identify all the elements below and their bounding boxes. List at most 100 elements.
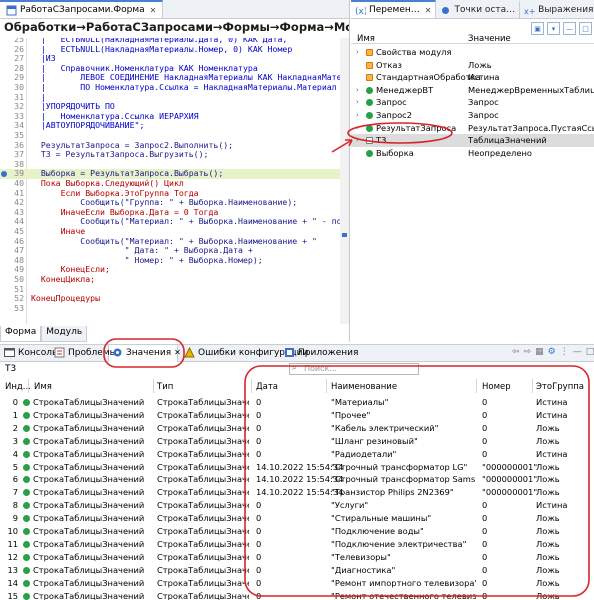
table-row[interactable]: 11 СтрокаТаблицыЗначений СтрокаТаблицыЗнач… bbox=[0, 538, 594, 551]
console-icon bbox=[4, 347, 15, 358]
cell-name: СтрокаТаблицыЗначений bbox=[33, 526, 145, 536]
variable-row[interactable]: › Т3 ТаблицаЗначений bbox=[351, 134, 594, 147]
tab-problems[interactable]: Проблемы bbox=[54, 347, 117, 358]
minimize-icon[interactable]: — bbox=[573, 347, 582, 357]
row-icon bbox=[23, 540, 30, 548]
expand-icon[interactable]: › bbox=[356, 122, 359, 135]
col-date-header[interactable]: Дата bbox=[256, 382, 278, 392]
table-row[interactable]: 0 СтрокаТаблицыЗначений СтрокаТаблицыЗначе… bbox=[0, 396, 594, 409]
cell-number: 0 bbox=[482, 435, 488, 446]
col-type-header[interactable]: Тип bbox=[157, 382, 173, 392]
close-icon[interactable]: ✕ bbox=[150, 6, 157, 15]
code-line[interactable]: 50 КонецЦикла; bbox=[0, 274, 349, 285]
col-isgroup-header[interactable]: ЭтоГруппа bbox=[536, 382, 584, 392]
expressions-icon: x+ bbox=[524, 5, 535, 16]
expand-icon[interactable]: › bbox=[356, 96, 359, 109]
expand-icon[interactable]: › bbox=[356, 109, 359, 122]
column-divider[interactable] bbox=[532, 379, 533, 393]
column-divider[interactable] bbox=[476, 379, 477, 393]
table-row[interactable]: 6 СтрокаТаблицыЗначений СтрокаТаблицыЗначе… bbox=[0, 473, 594, 486]
editor-pane: РаботаСЗапросами.Форма ✕ Обработки→Работ… bbox=[0, 0, 350, 342]
variable-row[interactable]: › Запрос Запрос bbox=[351, 96, 594, 109]
table-row[interactable]: 4 СтрокаТаблицыЗначений СтрокаТаблицыЗначе… bbox=[0, 448, 594, 461]
table-row[interactable]: 10 СтрокаТаблицыЗначений СтрокаТаблицыЗнач… bbox=[0, 525, 594, 538]
col-value-header[interactable]: Значение bbox=[468, 34, 511, 44]
close-icon[interactable]: ✕ bbox=[425, 6, 432, 15]
row-icon bbox=[23, 566, 30, 574]
row-icon bbox=[23, 515, 30, 523]
editor-tabbar: РаботаСЗапросами.Форма ✕ bbox=[0, 0, 349, 19]
col-title-header[interactable]: Наименование bbox=[331, 382, 397, 392]
code-line[interactable]: 53 bbox=[0, 303, 349, 314]
close-icon[interactable]: ✕ bbox=[174, 348, 181, 357]
tab-applications-label: Приложения bbox=[298, 347, 359, 358]
expand-icon[interactable]: › bbox=[356, 84, 359, 97]
table-row[interactable]: 13 СтрокаТаблицыЗначений СтрокаТаблицыЗнач… bbox=[0, 564, 594, 577]
variable-row[interactable]: Отказ Ложь bbox=[351, 59, 594, 72]
tab-variables[interactable]: (x) Перемен… ✕ bbox=[351, 0, 437, 18]
editor-scrollbar[interactable] bbox=[340, 38, 349, 324]
column-divider[interactable] bbox=[153, 379, 154, 393]
expand-icon[interactable]: › bbox=[356, 46, 359, 59]
search-icon: ⌕ bbox=[292, 363, 297, 372]
tab-console[interactable]: Консоль bbox=[4, 347, 57, 358]
tab-form[interactable]: Форма bbox=[0, 326, 42, 342]
cell-isgroup: Ложь bbox=[536, 551, 560, 562]
form-icon bbox=[6, 5, 17, 16]
maximize-icon[interactable]: □ bbox=[586, 347, 594, 357]
col-name-header[interactable]: Имя bbox=[34, 382, 52, 392]
code-line[interactable]: 52 КонецПроцедуры bbox=[0, 294, 349, 304]
cell-type: СтрокаТаблицыЗначени bbox=[157, 397, 249, 407]
table-row[interactable]: 3 СтрокаТаблицыЗначений СтрокаТаблицыЗначе… bbox=[0, 435, 594, 448]
cell-number: "000000001" bbox=[482, 461, 538, 472]
table-row[interactable]: 8 СтрокаТаблицыЗначений СтрокаТаблицыЗначе… bbox=[0, 499, 594, 512]
view-menu-icon[interactable]: ⋮ bbox=[560, 347, 569, 357]
table-row[interactable]: 2 СтрокаТаблицыЗначений СтрокаТаблицыЗначе… bbox=[0, 422, 594, 435]
variable-row[interactable]: › РезультатЗапроса РезультатЗапроса.Пустая… bbox=[351, 122, 594, 135]
code-line[interactable]: 34 |АВТОУПОРЯДОЧИВАНИЕ"; bbox=[0, 121, 349, 131]
column-divider[interactable] bbox=[28, 379, 29, 393]
table-row[interactable]: 5 СтрокаТаблицыЗначений СтрокаТаблицыЗначе… bbox=[0, 461, 594, 474]
code-editor[interactable]: 25 | ЕСТЬNULL(НакладнаяМатериалы.Дата, 0… bbox=[0, 38, 349, 324]
variable-row[interactable]: СтандартнаяОбработка Истина bbox=[351, 71, 594, 84]
cell-title: "Ремонт импортного телевизора" bbox=[331, 577, 476, 588]
layout-icon[interactable]: ▦ bbox=[535, 347, 544, 357]
tab-expressions[interactable]: x+ Выражения bbox=[520, 0, 594, 18]
cell-title: "Материалы" bbox=[331, 397, 389, 407]
cell-number: 0 bbox=[482, 397, 488, 407]
tab-module[interactable]: Модуль bbox=[41, 326, 88, 342]
col-number-header[interactable]: Номер bbox=[482, 382, 511, 392]
code-line[interactable]: 37 Т3 = РезультатЗапроса.Выгрузить(); bbox=[0, 150, 349, 160]
column-divider[interactable] bbox=[326, 379, 327, 393]
table-row[interactable]: 9 СтрокаТаблицыЗначений СтрокаТаблицыЗначе… bbox=[0, 512, 594, 525]
tab-values[interactable]: Значения ✕ bbox=[112, 347, 181, 358]
forward-icon[interactable]: ⇨ bbox=[524, 347, 532, 357]
variable-row[interactable]: › МенеджерВТ МенеджерВременныхТаблиц bbox=[351, 84, 594, 97]
cell-index: 4 bbox=[12, 448, 18, 459]
cell-name: СтрокаТаблицыЗначений bbox=[33, 461, 145, 472]
settings-icon[interactable]: ⚙ bbox=[548, 347, 556, 357]
cell-index: 1 bbox=[12, 409, 18, 420]
cell-date: 0 bbox=[256, 538, 262, 549]
column-divider[interactable] bbox=[251, 379, 252, 393]
variable-row[interactable]: › Свойства модуля bbox=[351, 46, 594, 59]
cell-title: "Транзистор Philips 2N2369" bbox=[331, 487, 454, 498]
table-row[interactable]: 7 СтрокаТаблицыЗначений СтрокаТаблицыЗначе… bbox=[0, 486, 594, 499]
col-name-header[interactable]: Имя bbox=[357, 34, 375, 44]
variable-row[interactable]: Выборка Неопределено bbox=[351, 147, 594, 160]
tab-applications[interactable]: Приложения bbox=[284, 347, 358, 358]
cell-isgroup: Ложь bbox=[536, 538, 560, 549]
search-input[interactable]: Поиск... bbox=[289, 363, 419, 375]
table-row[interactable]: 14 СтрокаТаблицыЗначений СтрокаТаблицыЗнач… bbox=[0, 577, 594, 590]
table-row[interactable]: 12 СтрокаТаблицыЗначений СтрокаТаблицыЗнач… bbox=[0, 551, 594, 564]
variable-row[interactable]: › Запрос2 Запрос bbox=[351, 109, 594, 122]
editor-tab[interactable]: РаботаСЗапросами.Форма ✕ bbox=[0, 0, 164, 18]
table-row[interactable]: 15 СтрокаТаблицыЗначений СтрокаТаблицыЗнач… bbox=[0, 590, 594, 600]
back-icon[interactable]: ⇦ bbox=[512, 347, 520, 357]
tab-breakpoints[interactable]: Точки оста… bbox=[436, 0, 521, 18]
table-row[interactable]: 1 СтрокаТаблицыЗначений СтрокаТаблицыЗначе… bbox=[0, 409, 594, 422]
code-line[interactable]: 30 | ПО Номенклатура.Ссылка = НакладнаяМ… bbox=[0, 82, 349, 93]
cell-number: 0 bbox=[482, 577, 488, 588]
expand-icon[interactable]: › bbox=[356, 134, 359, 147]
cell-index: 6 bbox=[12, 474, 18, 485]
